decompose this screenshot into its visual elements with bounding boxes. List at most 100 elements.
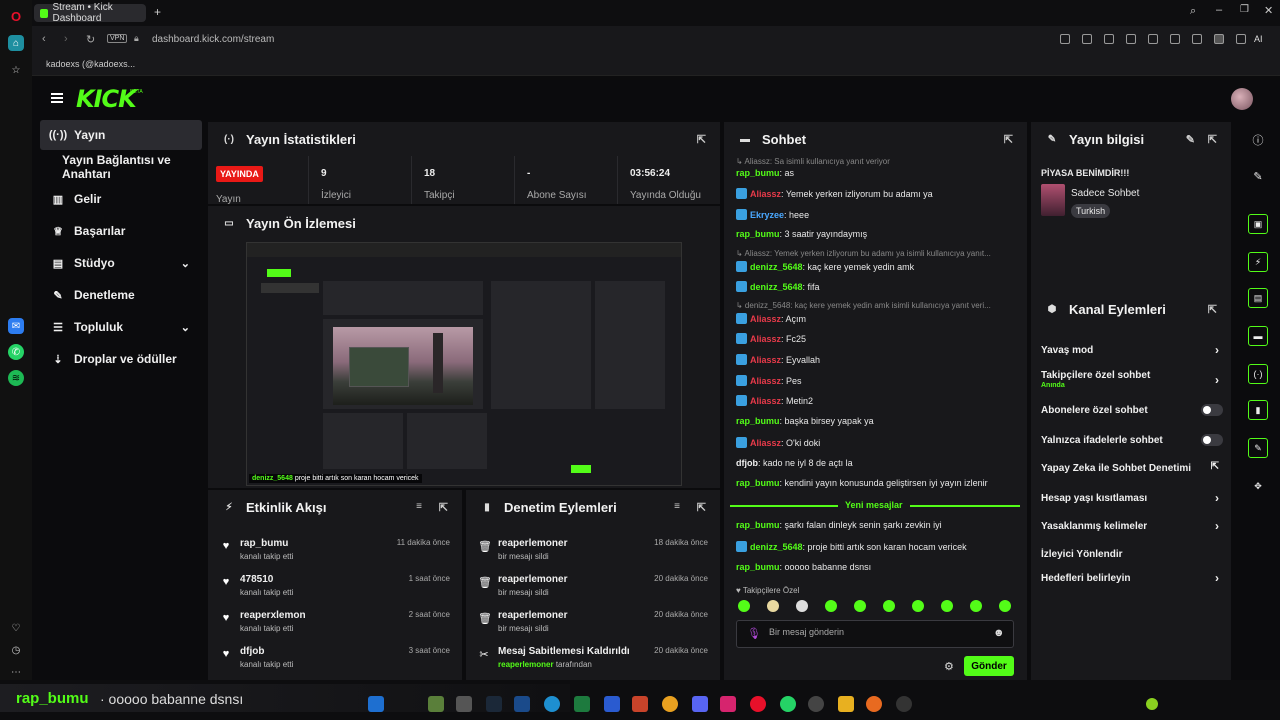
word-icon[interactable]	[604, 696, 620, 712]
emote-icon[interactable]	[738, 600, 750, 612]
emote-icon[interactable]	[883, 600, 895, 612]
feed-user[interactable]: dfjob	[240, 646, 264, 657]
wrench-icon[interactable]: ✎	[1248, 438, 1268, 458]
avatar[interactable]	[1231, 88, 1253, 110]
aria-ai-icon[interactable]: AI	[1254, 34, 1263, 44]
feed-user[interactable]: rap_bumu	[240, 538, 288, 549]
pencil-icon[interactable]: ✎	[1248, 166, 1268, 186]
chat-username[interactable]: Aliassz	[750, 438, 781, 448]
channel-action-item[interactable]: Hesap yaşı kısıtlaması ›	[1041, 486, 1223, 512]
moderation-icon[interactable]: ▮	[1248, 400, 1268, 420]
close-icon[interactable]: ✕	[1264, 4, 1273, 17]
broadcast-icon[interactable]: (·)	[1248, 364, 1268, 384]
emoji-icon[interactable]: ☻	[993, 627, 1005, 639]
chat-username[interactable]: Ekryzee	[750, 210, 784, 220]
minecraft-icon[interactable]	[428, 696, 444, 712]
tray-icon[interactable]	[1146, 698, 1158, 710]
excel-icon[interactable]	[574, 696, 590, 712]
puzzle-icon[interactable]: ✥	[1248, 476, 1268, 496]
extension-icon[interactable]	[1214, 34, 1224, 44]
category-thumbnail[interactable]	[1041, 184, 1065, 216]
opera-taskbar-icon[interactable]	[750, 696, 766, 712]
chat-username[interactable]: Aliassz	[750, 189, 781, 199]
channel-action-item[interactable]: Hedefleri belirleyin ›	[1041, 566, 1223, 592]
messenger-icon[interactable]: ✉	[8, 318, 24, 334]
bookmark-item[interactable]: kadoexs (@kadoexs...	[46, 59, 135, 69]
reload-icon[interactable]: ↻	[86, 33, 95, 46]
chat-icon[interactable]: ▬	[1248, 326, 1268, 346]
star-icon[interactable]: ☆	[8, 62, 24, 78]
edge-icon[interactable]	[544, 696, 560, 712]
emote-icon[interactable]	[941, 600, 953, 612]
chat-username[interactable]: rap_bumu	[736, 416, 780, 426]
nav-item-topluluk[interactable]: ☰ Topluluk ⌄	[40, 312, 202, 342]
chat-username[interactable]: Aliassz	[750, 376, 781, 386]
channel-action-item[interactable]: Takipçilere özel sohbet Anında ›	[1041, 368, 1223, 394]
chat-username[interactable]: denizz_5648	[750, 542, 803, 552]
menu-lines-icon[interactable]	[1192, 34, 1202, 44]
nav-item-yayin[interactable]: ((·)) Yayın	[40, 120, 202, 150]
chat-input[interactable]	[769, 627, 989, 637]
nav-item-gelir[interactable]: ▥ Gelir	[40, 184, 202, 214]
wallet-icon[interactable]	[1236, 34, 1246, 44]
popout-icon[interactable]: ⇱	[439, 501, 448, 514]
popout-icon[interactable]: ⇱	[697, 133, 706, 146]
play-icon[interactable]	[1126, 34, 1136, 44]
vpn-badge[interactable]: VPN	[107, 34, 128, 43]
channel-action-item[interactable]: Yalnızca ifadelerle sohbet	[1041, 428, 1223, 454]
shield-icon[interactable]	[1104, 34, 1114, 44]
chat-username[interactable]: rap_bumu	[736, 478, 780, 488]
popout-icon[interactable]: ⇱	[1004, 133, 1013, 146]
chat-username[interactable]: Aliassz	[750, 314, 781, 324]
new-tab-icon[interactable]: +	[154, 5, 161, 19]
document-icon[interactable]: ▤	[1248, 288, 1268, 308]
media-player-icon[interactable]	[896, 696, 912, 712]
discord-icon[interactable]	[692, 696, 708, 712]
history-icon[interactable]: ◷	[8, 642, 24, 658]
chat-username[interactable]: rap_bumu	[736, 229, 780, 239]
channel-action-item[interactable]: Yapay Zeka ile Sohbet Denetimi ⇱	[1041, 456, 1223, 482]
stream-preview-video[interactable]: denizz_5648 proje bitti artık son karan …	[246, 242, 682, 486]
minimize-icon[interactable]: –	[1216, 4, 1222, 16]
info-icon[interactable]: ⓘ	[1248, 130, 1268, 150]
emote-icon[interactable]	[912, 600, 924, 612]
powerpoint-icon[interactable]	[632, 696, 648, 712]
restore-icon[interactable]: ❐	[1240, 4, 1249, 15]
nav-item-stream-key[interactable]: Yayın Bağlantısı ve Anahtarı	[40, 152, 202, 182]
bolt-icon[interactable]: ⚡︎	[1248, 252, 1268, 272]
app-icon[interactable]	[866, 696, 882, 712]
url-field[interactable]: dashboard.kick.com/stream	[152, 34, 274, 45]
heart-outline-icon[interactable]	[1148, 34, 1158, 44]
edit-icon[interactable]	[1060, 34, 1070, 44]
chat-username[interactable]: Aliassz	[750, 334, 781, 344]
channel-action-item[interactable]: Abonelere özel sohbet	[1041, 398, 1223, 424]
nav-item-denetleme[interactable]: ✎ Denetleme	[40, 280, 202, 310]
emote-icon[interactable]	[767, 600, 779, 612]
more-icon[interactable]: ⋯	[8, 664, 24, 680]
emote-icon[interactable]	[970, 600, 982, 612]
feed-user[interactable]: reaperxlemon	[240, 610, 306, 621]
download-icon[interactable]	[1170, 34, 1180, 44]
send-button[interactable]: Gönder	[964, 656, 1014, 676]
emote-icon[interactable]	[825, 600, 837, 612]
nav-item-droplar[interactable]: ⇣ Droplar ve ödüller	[40, 344, 202, 374]
heart-icon[interactable]: ♡	[8, 620, 24, 636]
feed-sub-user[interactable]: reaperlemoner	[498, 660, 554, 669]
feed-user[interactable]: reaperlemoner	[498, 574, 567, 585]
back-icon[interactable]: ‹	[42, 33, 46, 45]
popout-icon[interactable]: ⇱	[1208, 303, 1217, 316]
popout-icon[interactable]: ⇱	[697, 501, 706, 514]
whatsapp-icon[interactable]: ✆	[8, 344, 24, 360]
edit-icon[interactable]: ✎	[1186, 133, 1195, 146]
store-icon[interactable]	[514, 696, 530, 712]
emote-icon[interactable]	[854, 600, 866, 612]
nav-item-studyo[interactable]: ▤ Stüdyo ⌄	[40, 248, 202, 278]
mic-icon[interactable]: 🎙︎	[747, 627, 761, 640]
windows-start-icon[interactable]	[368, 696, 384, 712]
feed-user[interactable]: 478510	[240, 574, 273, 585]
camera-icon[interactable]	[1082, 34, 1092, 44]
app-icon[interactable]	[808, 696, 824, 712]
app-icon[interactable]	[456, 696, 472, 712]
toggle-switch[interactable]	[1201, 404, 1223, 416]
chrome-icon[interactable]	[662, 696, 678, 712]
